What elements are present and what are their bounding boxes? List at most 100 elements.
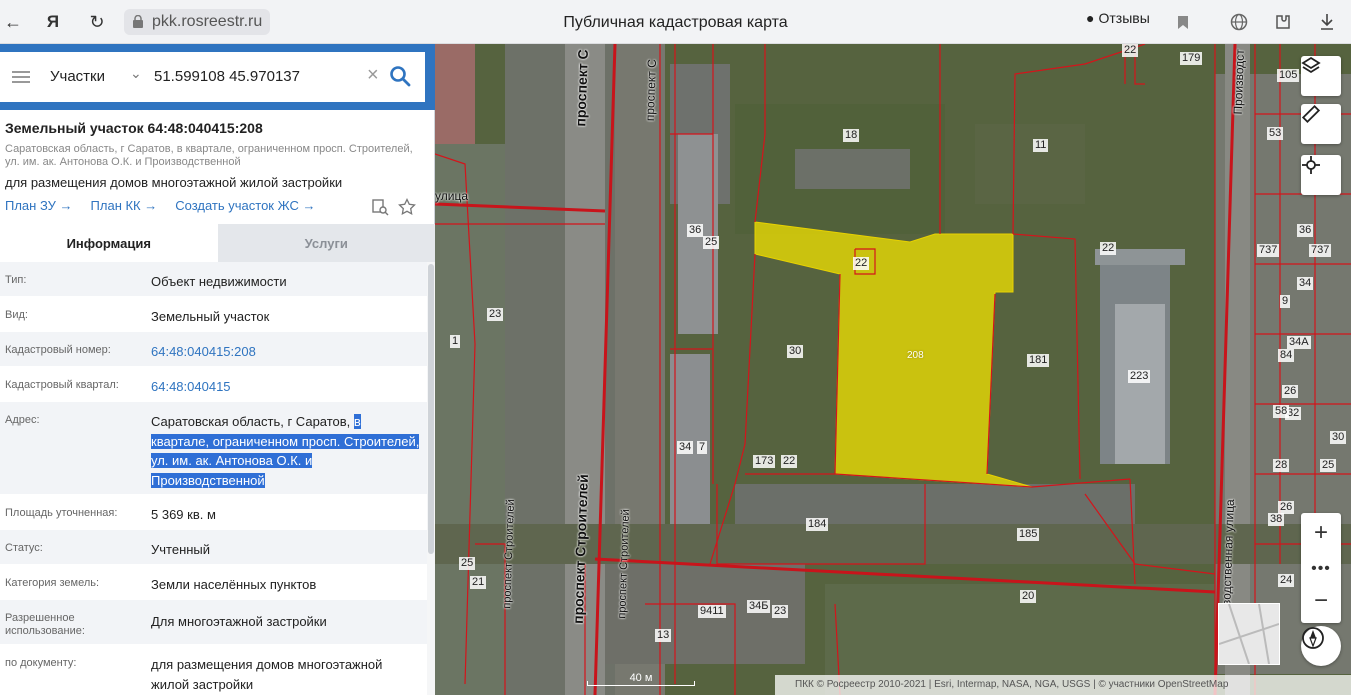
parcel-label: 22 (1122, 44, 1139, 57)
parcel-label: 34 (1297, 277, 1314, 290)
search-box: Участки ⌄ 51.599108 45.970137 × (0, 52, 425, 102)
parcel-label: 18 (843, 129, 860, 142)
parcel-label: 38 (1268, 513, 1285, 526)
info-value: Для многоэтажной застройки (151, 614, 327, 629)
tabs: Информация Услуги (0, 224, 435, 262)
info-value: Земельный участок (151, 309, 270, 324)
parcel-label: 22 (781, 455, 798, 468)
layers-icon (1301, 56, 1321, 74)
parcel-label: 184 (806, 518, 829, 531)
cadastral-quarter-link[interactable]: 64:48:040415 (151, 377, 421, 397)
info-row-status: Статус: Учтенный (0, 530, 427, 565)
url-text: pkk.rosreestr.ru (152, 13, 263, 30)
parcel-label: 737 (1257, 244, 1280, 257)
parcel-label: 30 (787, 345, 804, 358)
parcel-label: 84 (1278, 349, 1295, 362)
search-bar: Участки ⌄ 51.599108 45.970137 × (0, 44, 435, 110)
search-input[interactable]: 51.599108 45.970137 (154, 68, 300, 85)
info-value: для размещения домов многоэтажной жилой … (151, 657, 383, 692)
scrollbar-thumb[interactable] (428, 264, 434, 554)
back-icon[interactable]: ← (0, 9, 26, 35)
info-row-permitted-use: Разрешенное использование: Для многоэтаж… (0, 600, 427, 645)
info-label: Категория земель: (5, 577, 100, 589)
parcel-label: 25 (459, 557, 476, 570)
tab-information[interactable]: Информация (0, 224, 218, 262)
info-label: Адрес: (5, 414, 40, 426)
zoom-out-button[interactable]: − (1301, 583, 1341, 619)
speech-bubble-icon: ● (1086, 10, 1095, 26)
parcel-label: 25 (1320, 459, 1337, 472)
parcel-label: 7 (697, 441, 708, 454)
info-label: Вид: (5, 309, 28, 321)
parcel-label: 23 (487, 308, 504, 321)
parcel-label: 208 (907, 350, 924, 361)
info-table: Тип: Объект недвижимости Вид: Земельный … (0, 262, 427, 695)
info-label: Площадь уточненная: (5, 507, 118, 519)
document-search-icon[interactable] (371, 198, 389, 216)
parcel-label: 181 (1027, 354, 1050, 367)
clear-icon[interactable]: × (367, 64, 379, 87)
object-address: Саратовская область, г Саратов, в кварта… (5, 143, 413, 168)
reload-icon[interactable]: ↻ (84, 9, 110, 35)
parcel-label: 22 (1100, 242, 1117, 255)
info-label: Тип: (5, 274, 27, 286)
info-value: Объект недвижимости (151, 274, 287, 289)
zoom-controls: + ••• − (1301, 513, 1341, 623)
street-label: улица (435, 189, 468, 203)
parcel-label: 9411 (698, 605, 726, 618)
locate-button[interactable] (1301, 155, 1341, 195)
object-links: План ЗУ → План КК → Создать участок ЖС → (5, 198, 315, 213)
parcel-label: 179 (1180, 52, 1203, 65)
minimap[interactable] (1218, 603, 1280, 665)
yandex-logo-icon[interactable]: Я (40, 9, 66, 35)
browser-toolbar: ← Я ↻ pkk.rosreestr.ru Публичная кадастр… (0, 0, 1351, 44)
info-row-land-category: Категория земель: Земли населённых пункт… (0, 565, 427, 600)
star-icon[interactable] (398, 198, 416, 216)
info-label: Кадастровый квартал: (5, 379, 119, 391)
bookmark-icon[interactable] (1170, 9, 1196, 35)
parcel-label: 25 (703, 236, 720, 249)
plan-zu-link[interactable]: План ЗУ → (5, 198, 73, 213)
parcel-label: 36 (687, 224, 704, 237)
feedback-button[interactable]: ● Отзывы (1086, 10, 1150, 26)
map-view[interactable]: 22 179 18 11 36 25 22 22 23 30 208 181 223 1 34 7 173 22 1… (435, 44, 1351, 695)
compass-icon (1302, 627, 1324, 649)
object-purpose: для размещения домов многоэтажной жилой … (5, 175, 343, 190)
feedback-label: Отзывы (1098, 10, 1150, 26)
menu-icon[interactable] (12, 71, 30, 83)
compass-button[interactable] (1301, 626, 1341, 666)
zoom-in-button[interactable]: + (1301, 515, 1341, 551)
info-label: по документу: (5, 657, 77, 669)
info-value-address: Саратовская область, г Саратов, в кварта… (151, 412, 421, 490)
search-type-select[interactable]: Участки (50, 68, 105, 85)
ruler-button[interactable] (1301, 104, 1341, 144)
layers-button[interactable] (1301, 56, 1341, 96)
parcel-label: 34А (1287, 336, 1311, 349)
map-attribution: ПКК © Росреестр 2010-2021 | Esri, Interm… (775, 675, 1351, 695)
street-label: Производст (1230, 49, 1247, 115)
extensions-icon[interactable] (1270, 9, 1296, 35)
more-icon[interactable]: ••• (1301, 551, 1341, 587)
parcel-label: 1 (450, 335, 461, 348)
plan-kk-link[interactable]: План КК → (91, 198, 158, 213)
object-title: Земельный участок 64:48:040415:208 (5, 120, 263, 136)
parcel-label: 185 (1017, 528, 1040, 541)
parcel-label: 58 (1273, 405, 1290, 418)
tab-services[interactable]: Услуги (217, 224, 435, 262)
download-icon[interactable] (1314, 9, 1340, 35)
address-bar[interactable]: pkk.rosreestr.ru (124, 9, 271, 35)
create-parcel-link[interactable]: Создать участок ЖС → (175, 198, 315, 213)
parcel-label: 53 (1267, 127, 1284, 140)
parcel-label: 21 (470, 576, 487, 589)
globe-icon[interactable] (1226, 9, 1252, 35)
info-row-area: Площадь уточненная: 5 369 кв. м (0, 495, 427, 530)
crosshair-icon (1302, 156, 1320, 174)
cadastral-number-link[interactable]: 64:48:040415:208 (151, 342, 421, 362)
chevron-down-icon[interactable]: ⌄ (130, 65, 142, 82)
info-row-cadastral-quarter: Кадастровый квартал: 64:48:040415 (0, 367, 427, 402)
parcel-label: 34Б (747, 600, 771, 613)
search-icon[interactable] (388, 64, 412, 88)
parcel-label: 34 (677, 441, 694, 454)
parcel-label: 13 (655, 629, 672, 642)
parcel-label: 737 (1309, 244, 1332, 257)
